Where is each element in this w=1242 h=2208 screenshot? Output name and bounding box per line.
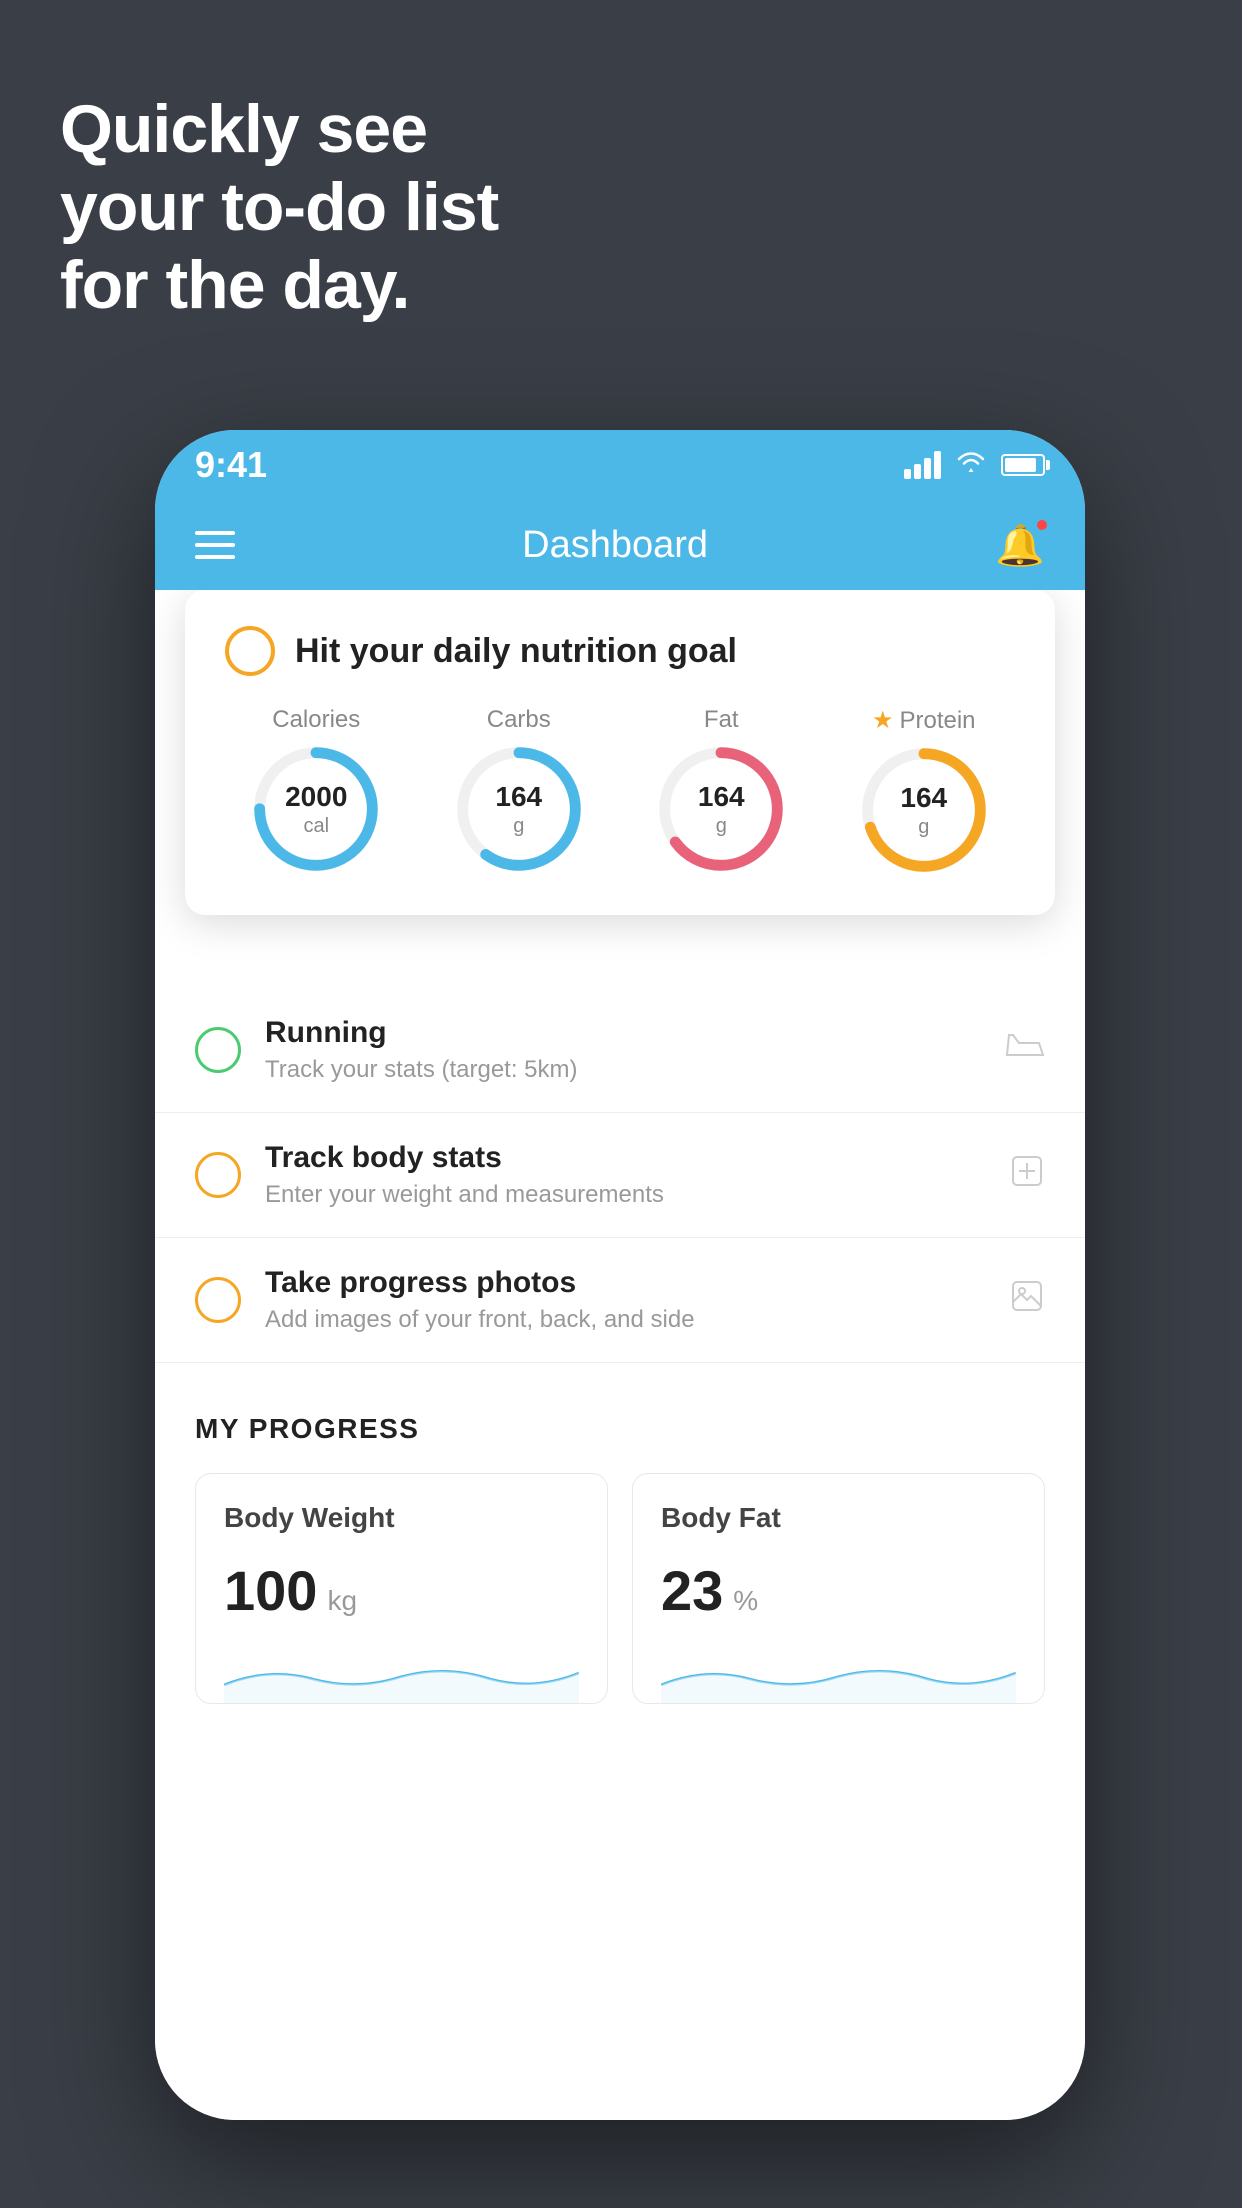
todo-title: Take progress photos: [265, 1266, 985, 1300]
nutrition-item-fat: Fat 164 g: [630, 706, 813, 875]
todo-text: Running Track your stats (target: 5km): [265, 1016, 981, 1084]
progress-value-row: 23 %: [661, 1558, 1016, 1623]
nutrition-item-calories: Calories 2000 cal: [225, 706, 408, 875]
donut-value: 2000: [285, 780, 347, 814]
todo-subtitle: Add images of your front, back, and side: [265, 1306, 985, 1334]
todo-subtitle: Enter your weight and measurements: [265, 1181, 985, 1209]
star-icon: ★: [872, 706, 894, 735]
notification-button[interactable]: 🔔: [995, 522, 1045, 569]
nutrition-card: Hit your daily nutrition goal Calories 2…: [185, 590, 1055, 915]
progress-section-header: MY PROGRESS: [195, 1413, 1045, 1445]
todo-circle[interactable]: [195, 1027, 241, 1073]
todo-text: Take progress photos Add images of your …: [265, 1266, 985, 1334]
signal-icon: [904, 451, 941, 479]
donut-protein: 164 g: [859, 745, 989, 875]
headline-line1: Quickly see: [60, 90, 498, 168]
nutrition-grid: Calories 2000 cal Carbs 164 g Fat: [225, 706, 1015, 875]
nutrition-label: ★Protein: [872, 706, 976, 735]
nav-title: Dashboard: [522, 524, 708, 567]
donut-fat: 164 g: [656, 744, 786, 874]
progress-unit: %: [733, 1585, 758, 1617]
status-time: 9:41: [195, 444, 267, 486]
progress-card[interactable]: Body Weight 100 kg: [195, 1473, 608, 1704]
donut-unit: g: [495, 814, 542, 838]
notification-dot: [1035, 518, 1049, 532]
todo-item[interactable]: Take progress photos Add images of your …: [155, 1238, 1085, 1363]
battery-icon: [1001, 454, 1045, 476]
progress-value-row: 100 kg: [224, 1558, 579, 1623]
progress-card-title: Body Fat: [661, 1502, 1016, 1534]
progress-section: MY PROGRESS Body Weight 100 kg Body Fat …: [155, 1363, 1085, 1704]
status-icons: [904, 449, 1045, 481]
donut-carbs: 164 g: [454, 744, 584, 874]
status-bar: 9:41: [155, 430, 1085, 500]
progress-value: 100: [224, 1558, 317, 1623]
todo-title: Running: [265, 1016, 981, 1050]
progress-value: 23: [661, 1558, 723, 1623]
todo-circle[interactable]: [195, 1277, 241, 1323]
todo-circle[interactable]: [195, 1152, 241, 1198]
nav-bar: Dashboard 🔔: [155, 500, 1085, 590]
todo-list: Running Track your stats (target: 5km) T…: [155, 988, 1085, 1363]
nutrition-card-title: Hit your daily nutrition goal: [295, 632, 737, 671]
todo-action-icon[interactable]: [1005, 1029, 1045, 1072]
headline: Quickly see your to-do list for the day.: [60, 90, 498, 325]
donut-unit: cal: [285, 814, 347, 838]
donut-unit: g: [900, 815, 947, 839]
nutrition-label: Carbs: [487, 706, 551, 734]
nutrition-item-protein: ★Protein 164 g: [833, 706, 1016, 875]
progress-card[interactable]: Body Fat 23 %: [632, 1473, 1045, 1704]
nutrition-check-circle[interactable]: [225, 626, 275, 676]
donut-value: 164: [495, 780, 542, 814]
todo-action-icon[interactable]: [1009, 1153, 1045, 1198]
nutrition-item-carbs: Carbs 164 g: [428, 706, 611, 875]
donut-value: 164: [698, 780, 745, 814]
headline-line2: your to-do list: [60, 168, 498, 246]
progress-wave: [661, 1643, 1016, 1703]
phone-mockup: 9:41 Dashboard 🔔: [155, 430, 1085, 2120]
donut-value: 164: [900, 781, 947, 815]
progress-wave: [224, 1643, 579, 1703]
progress-unit: kg: [327, 1585, 357, 1617]
donut-calories: 2000 cal: [251, 744, 381, 874]
menu-button[interactable]: [195, 531, 235, 559]
todo-text: Track body stats Enter your weight and m…: [265, 1141, 985, 1209]
main-content: THINGS TO DO TODAY Hit your daily nutrit…: [155, 590, 1085, 2120]
progress-card-title: Body Weight: [224, 1502, 579, 1534]
headline-line3: for the day.: [60, 246, 498, 324]
donut-unit: g: [698, 814, 745, 838]
todo-subtitle: Track your stats (target: 5km): [265, 1056, 981, 1084]
todo-title: Track body stats: [265, 1141, 985, 1175]
wifi-icon: [955, 449, 987, 481]
nutrition-label: Fat: [704, 706, 739, 734]
todo-action-icon[interactable]: [1009, 1278, 1045, 1323]
nutrition-label: Calories: [272, 706, 360, 734]
todo-item[interactable]: Track body stats Enter your weight and m…: [155, 1113, 1085, 1238]
todo-item[interactable]: Running Track your stats (target: 5km): [155, 988, 1085, 1113]
progress-cards: Body Weight 100 kg Body Fat 23 %: [195, 1473, 1045, 1704]
